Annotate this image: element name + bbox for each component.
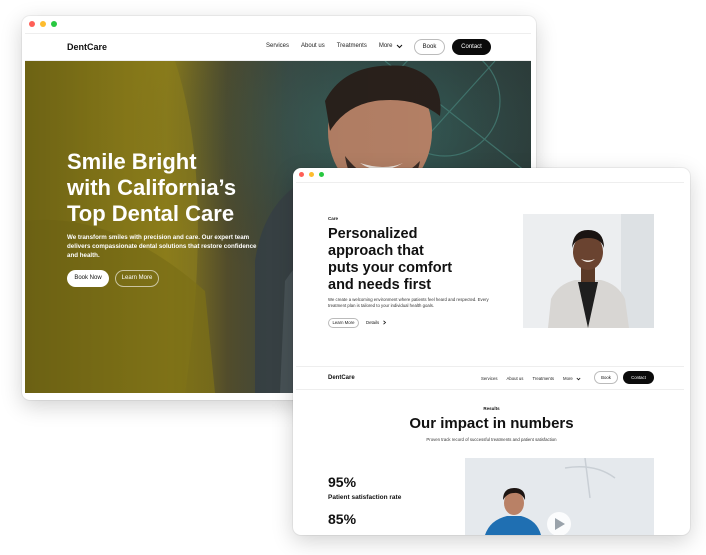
learn-more-button[interactable]: Learn More	[115, 270, 159, 287]
stat-label: Patient satisfaction rate	[328, 494, 402, 501]
care-description: We create a welcoming environment where …	[328, 297, 489, 308]
chevron-right-icon	[383, 320, 387, 325]
hero-title-line: with California’s	[67, 175, 237, 200]
window-controls	[29, 21, 57, 27]
book-button[interactable]: Book	[594, 371, 618, 384]
stat-value: 85%	[328, 511, 357, 527]
care-details-label: Details	[366, 320, 380, 325]
nav-link-about[interactable]: About us	[301, 43, 325, 49]
nav-link-treatments[interactable]: Treatments	[337, 43, 367, 49]
logo[interactable]: DentCare	[67, 42, 107, 52]
nav-link-treatments[interactable]: Treatments	[532, 376, 554, 381]
impact-tag: Results	[483, 406, 500, 411]
book-now-button[interactable]: Book Now	[67, 270, 109, 287]
nav-links: Services About us Treatments More	[266, 43, 403, 49]
maximize-dot-icon[interactable]	[51, 21, 57, 27]
logo[interactable]: DentCare	[328, 375, 355, 381]
care-section: Care Personalized approach that puts you…	[296, 182, 684, 378]
chevron-down-icon	[396, 44, 402, 48]
nav-more-dropdown[interactable]: More	[563, 376, 581, 381]
impact-subtitle: Proven track record of successful treatm…	[426, 437, 557, 442]
hero-subtitle: We transform smiles with precision and c…	[67, 234, 257, 259]
nav-more-label: More	[378, 43, 393, 49]
close-dot-icon[interactable]	[299, 172, 304, 177]
contact-button[interactable]: Contact	[452, 39, 491, 55]
stat-value: 95%	[328, 474, 357, 490]
nav-links: Services About us Treatments More	[481, 376, 581, 381]
minimize-dot-icon[interactable]	[40, 21, 46, 27]
care-details-link[interactable]: Details	[366, 318, 387, 328]
browser-window-sections: Care Personalized approach that puts you…	[293, 168, 690, 535]
care-tag: Care	[328, 216, 339, 221]
close-dot-icon[interactable]	[29, 21, 35, 27]
hero-title-line: Smile Bright	[67, 149, 197, 174]
contact-button[interactable]: Contact	[623, 371, 654, 384]
hero-title-line: Top Dental Care	[67, 201, 235, 226]
minimize-dot-icon[interactable]	[309, 172, 314, 177]
nav-link-about[interactable]: About us	[506, 376, 523, 381]
care-title-line: and needs first	[328, 277, 432, 293]
care-title: Personalized approach that puts your com…	[328, 226, 468, 294]
dentist-portrait-photo	[523, 214, 654, 328]
care-title-line: puts your comfort	[328, 260, 453, 276]
nav-more-dropdown[interactable]: More	[379, 43, 403, 49]
maximize-dot-icon[interactable]	[319, 172, 324, 177]
nav-link-services[interactable]: Services	[266, 43, 289, 49]
chevron-down-icon	[576, 377, 581, 380]
second-nav: DentCare Services About us Treatments Mo…	[296, 366, 684, 390]
top-nav: DentCare Services About us Treatments Mo…	[25, 33, 531, 61]
clinic-video-thumbnail[interactable]	[465, 458, 654, 535]
hero-title: Smile Bright with California’s Top Denta…	[67, 149, 317, 227]
book-button[interactable]: Book	[414, 39, 445, 55]
window-controls	[299, 172, 324, 177]
impact-title: Our impact in numbers	[409, 415, 574, 432]
nav-more-label: More	[563, 376, 573, 381]
care-learn-more-button[interactable]: Learn More	[328, 318, 359, 328]
care-title-line: approach that	[328, 243, 424, 259]
nav-link-services[interactable]: Services	[481, 376, 497, 381]
care-title-line: Personalized	[328, 226, 418, 242]
